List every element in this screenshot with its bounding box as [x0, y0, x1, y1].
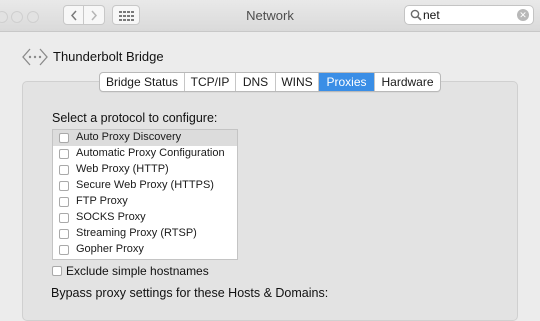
tab-tcp-ip[interactable]: TCP/IP — [185, 73, 236, 91]
tab-hardware[interactable]: Hardware — [375, 73, 440, 91]
tab-dns[interactable]: DNS — [236, 73, 276, 91]
list-item[interactable]: Web Proxy (HTTP) — [53, 162, 237, 178]
search-field[interactable]: net ✕ — [404, 5, 534, 25]
list-item[interactable]: Automatic Proxy Configuration — [53, 146, 237, 162]
title-bar: Network net ✕ — [0, 0, 540, 32]
exclude-simple-hostnames-label[interactable]: Exclude simple hostnames — [66, 264, 209, 278]
ftp-proxy-checkbox[interactable] — [59, 197, 69, 207]
list-item-label: Secure Web Proxy (HTTPS) — [76, 179, 214, 191]
list-item-label: Gopher Proxy — [76, 243, 144, 255]
auto-proxy-discovery-checkbox[interactable] — [59, 133, 69, 143]
secure-web-proxy-checkbox[interactable] — [59, 181, 69, 191]
gopher-proxy-checkbox[interactable] — [59, 245, 69, 255]
search-input-value[interactable]: net — [423, 8, 440, 22]
exclude-simple-hostnames-checkbox[interactable] — [52, 266, 62, 276]
socks-proxy-checkbox[interactable] — [59, 213, 69, 223]
bypass-label: Bypass proxy settings for these Hosts & … — [51, 286, 329, 300]
service-name: Thunderbolt Bridge — [53, 49, 164, 64]
thunderbolt-bridge-icon — [22, 48, 48, 66]
web-proxy-checkbox[interactable] — [59, 165, 69, 175]
clear-search-icon[interactable]: ✕ — [517, 9, 529, 21]
list-item[interactable]: Auto Proxy Discovery — [53, 130, 237, 146]
tab-proxies[interactable]: Proxies — [319, 73, 375, 91]
list-item[interactable]: Streaming Proxy (RTSP) — [53, 226, 237, 242]
list-item-label: Automatic Proxy Configuration — [76, 147, 225, 159]
list-item-label: Streaming Proxy (RTSP) — [76, 227, 197, 239]
list-item[interactable]: FTP Proxy — [53, 194, 237, 210]
list-item-label: Web Proxy (HTTP) — [76, 163, 169, 175]
tab-bridge-status[interactable]: Bridge Status — [100, 73, 185, 91]
list-item[interactable]: SOCKS Proxy — [53, 210, 237, 226]
automatic-proxy-configuration-checkbox[interactable] — [59, 149, 69, 159]
streaming-proxy-checkbox[interactable] — [59, 229, 69, 239]
list-item-label: FTP Proxy — [76, 195, 128, 207]
search-icon — [410, 9, 422, 21]
tab-bar: Bridge Status TCP/IP DNS WINS Proxies Ha… — [99, 72, 441, 92]
list-item-label: Auto Proxy Discovery — [76, 131, 182, 143]
protocol-list[interactable]: Auto Proxy Discovery Automatic Proxy Con… — [52, 129, 238, 260]
list-item-label: SOCKS Proxy — [76, 211, 146, 223]
tab-wins[interactable]: WINS — [276, 73, 319, 91]
list-item[interactable]: Secure Web Proxy (HTTPS) — [53, 178, 237, 194]
list-item[interactable]: Gopher Proxy — [53, 242, 237, 258]
protocol-prompt: Select a protocol to configure: — [52, 111, 218, 125]
